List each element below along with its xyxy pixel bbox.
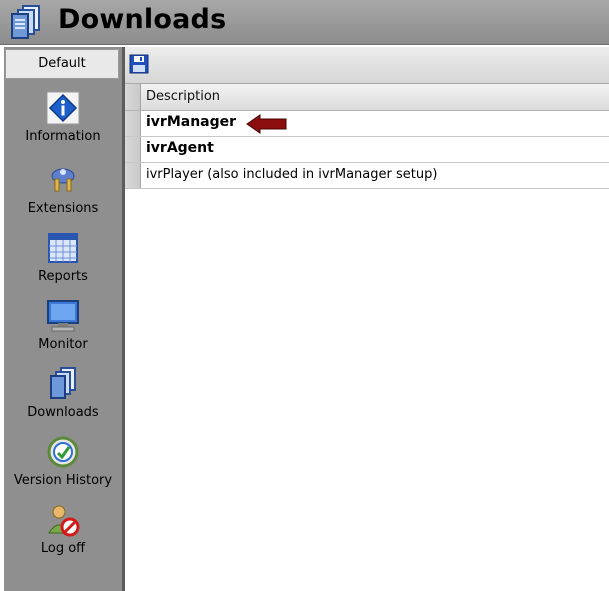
information-icon	[46, 91, 80, 125]
sidebar-item-label: Monitor	[38, 337, 88, 352]
title-bar: Downloads	[0, 0, 609, 45]
table-row[interactable]: ivrAgent	[125, 137, 609, 163]
row-header-corner	[125, 84, 141, 110]
downloads-icon	[11, 5, 40, 39]
sidebar-item-label: Reports	[38, 269, 88, 284]
table-row[interactable]: ivrPlayer (also included in ivrManager s…	[125, 163, 609, 189]
sidebar-item-label: Log off	[40, 541, 86, 556]
row-selector[interactable]	[125, 137, 141, 162]
sidebar-item-label: Version History	[13, 473, 113, 488]
table-row[interactable]: ivrManager	[125, 111, 609, 137]
toolbar	[125, 47, 609, 84]
sidebar-item-label: Downloads	[27, 405, 99, 420]
row-selector[interactable]	[125, 163, 141, 188]
downloads-grid: Description ivrManager ivrAgent ivrPlaye…	[125, 84, 609, 189]
left-arrow-icon	[246, 114, 287, 134]
save-icon[interactable]	[129, 54, 149, 74]
downloads-icon	[50, 367, 76, 399]
sidebar-item-information[interactable]: Information	[4, 91, 122, 144]
download-name[interactable]: ivrManager	[146, 114, 236, 130]
tab-default[interactable]: Default	[5, 49, 119, 79]
column-header-description[interactable]: Description	[146, 89, 220, 104]
version-history-icon	[47, 436, 79, 468]
page-title: Downloads	[58, 4, 227, 35]
grid-header: Description	[125, 84, 609, 111]
sidebar-item-version-history[interactable]: Version History	[4, 435, 122, 488]
sidebar-item-label: Information	[25, 129, 101, 144]
extensions-icon	[51, 168, 75, 192]
sidebar-item-label: Extensions	[27, 201, 99, 216]
sidebar: Default Information Extensions Reports M…	[4, 47, 122, 591]
reports-icon	[48, 233, 78, 263]
sidebar-item-downloads[interactable]: Downloads	[4, 367, 122, 420]
sidebar-item-monitor[interactable]: Monitor	[4, 299, 122, 352]
download-name[interactable]: ivrPlayer (also included in ivrManager s…	[146, 167, 437, 182]
monitor-icon	[47, 300, 79, 332]
sidebar-item-log-off[interactable]: Log off	[4, 503, 122, 556]
log-off-icon	[48, 505, 80, 537]
sidebar-item-reports[interactable]: Reports	[4, 231, 122, 284]
row-selector[interactable]	[125, 111, 141, 136]
download-name[interactable]: ivrAgent	[146, 140, 214, 156]
sidebar-item-extensions[interactable]: Extensions	[4, 163, 122, 216]
